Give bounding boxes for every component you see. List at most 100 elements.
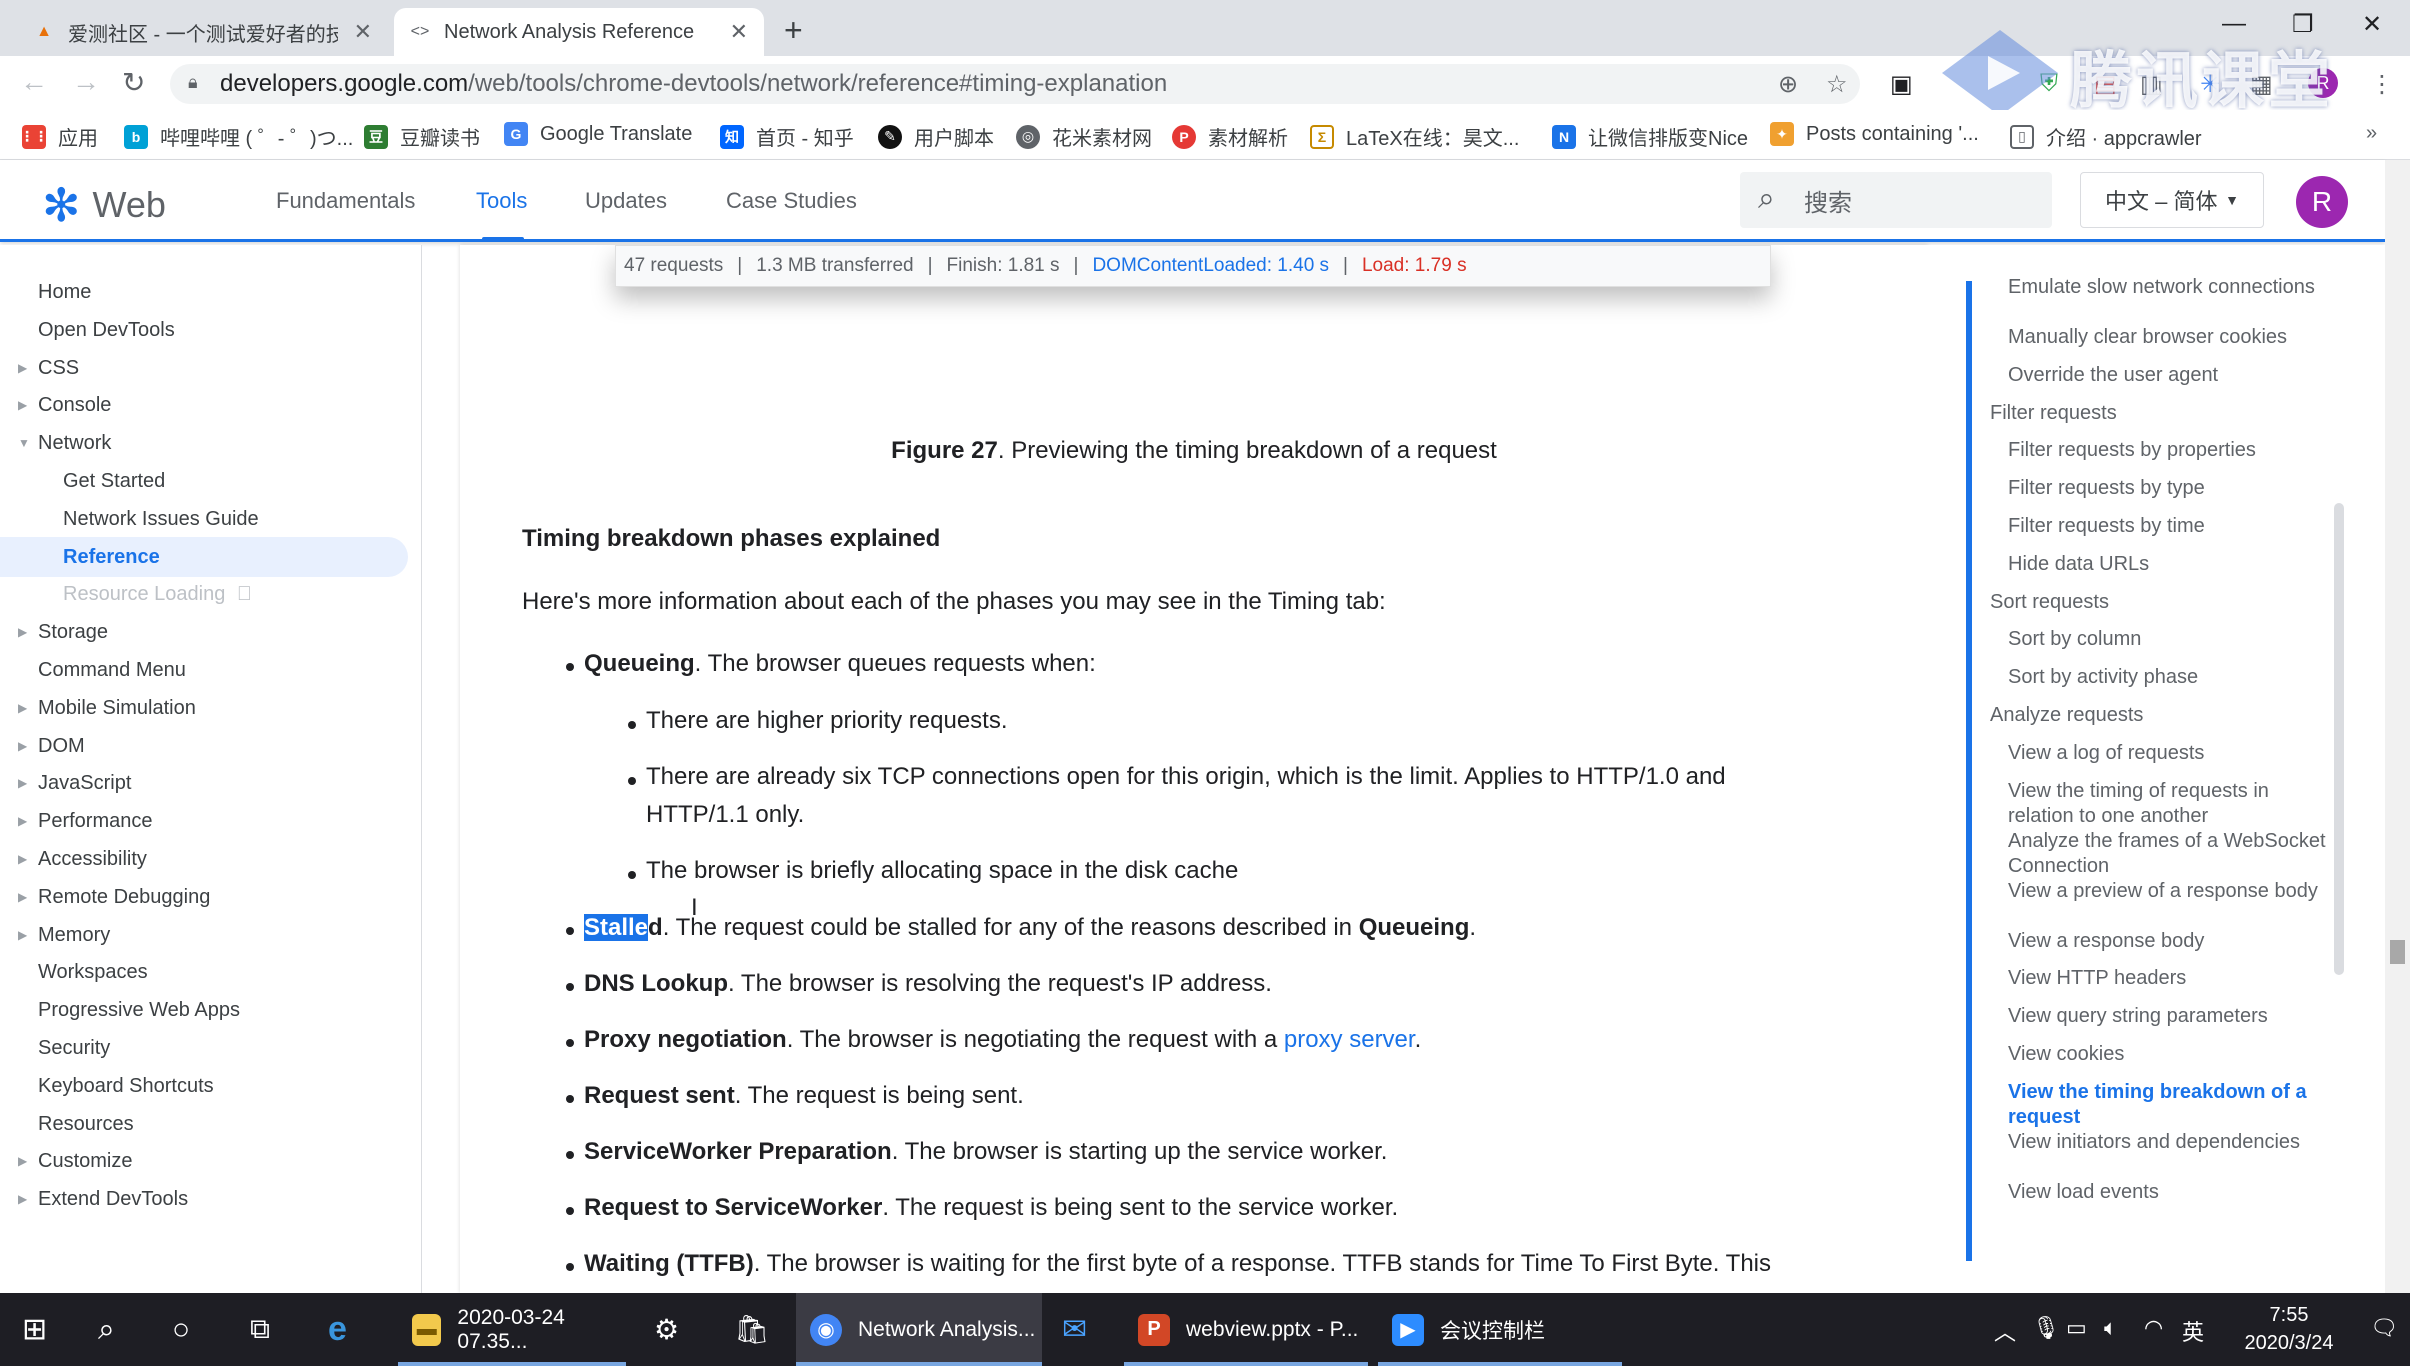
scrollbar-thumb[interactable] bbox=[2390, 940, 2405, 964]
sidebar-item-css[interactable]: ▶ CSS bbox=[18, 357, 79, 380]
taskbar-item-meeting[interactable]: ▶ 会议控制栏 bbox=[1378, 1293, 1622, 1366]
collapsed-arrow-icon[interactable]: ▶ bbox=[18, 890, 27, 904]
toc-item[interactable]: View query string parameters bbox=[2008, 1004, 2328, 1029]
tab-network-analysis[interactable]: <> Network Analysis Reference ✕ bbox=[394, 8, 764, 56]
network-icon[interactable]: ◠ bbox=[2144, 1315, 2163, 1341]
sidebar-item-javascript[interactable]: ▶ JavaScript bbox=[18, 772, 131, 795]
nav-updates[interactable]: Updates bbox=[585, 188, 667, 214]
forward-icon[interactable]: → bbox=[72, 66, 100, 98]
sidebar-item-network[interactable]: ▼ Network bbox=[18, 432, 111, 455]
collapsed-arrow-icon[interactable]: ▶ bbox=[18, 928, 27, 942]
search-input[interactable]: ⌕ 搜索 bbox=[1740, 172, 2052, 228]
cortana-icon[interactable]: ○ bbox=[172, 1293, 190, 1366]
toc-item[interactable]: View cookies bbox=[2008, 1042, 2328, 1067]
collapsed-arrow-icon[interactable]: ▶ bbox=[18, 361, 27, 375]
reload-icon[interactable]: ↻ bbox=[122, 66, 145, 99]
toc-item[interactable]: Override the user agent bbox=[2008, 363, 2328, 388]
toc-item[interactable]: Sort by column bbox=[2008, 627, 2328, 652]
sidebar-item-console[interactable]: ▶ Console bbox=[18, 394, 111, 417]
settings-app-icon[interactable]: ⚙ bbox=[654, 1293, 679, 1366]
close-tab-icon[interactable]: ✕ bbox=[354, 19, 372, 45]
bookmark-apps[interactable]: ⋮⋮ 应用 bbox=[20, 122, 98, 151]
toc-item[interactable]: Sort by activity phase bbox=[2008, 665, 2328, 690]
bookmark-bilibili[interactable]: b 哔哩哔哩 ( ゜- ゜)つ... bbox=[124, 122, 353, 151]
bookmark-star-icon[interactable]: ☆ bbox=[1826, 70, 1848, 99]
sidebar-item-memory[interactable]: ▶ Memory bbox=[18, 924, 110, 947]
bookmark-posts[interactable]: ✦ Posts containing '... bbox=[1770, 122, 1979, 146]
bookmark-appcrawler[interactable]: ▯ 介绍 · appcrawler bbox=[2010, 122, 2202, 151]
sidebar-item-home[interactable]: Home bbox=[38, 281, 91, 304]
sidebar-item-security[interactable]: Security bbox=[38, 1037, 110, 1060]
collapsed-arrow-icon[interactable]: ▶ bbox=[18, 398, 27, 412]
toc-item[interactable]: View load events bbox=[2008, 1180, 2328, 1205]
sidebar-item-dom[interactable]: ▶ DOM bbox=[18, 735, 85, 758]
toc-scrollbar[interactable] bbox=[2334, 503, 2344, 975]
address-bar[interactable]: 🔒︎ developers.google.com/web/tools/chrom… bbox=[170, 64, 1860, 104]
web-logo[interactable]: ✻ Web bbox=[42, 178, 166, 232]
close-tab-icon[interactable]: ✕ bbox=[730, 19, 748, 45]
bookmark-google-translate[interactable]: G Google Translate bbox=[504, 122, 692, 146]
microphone-icon[interactable]: 🎙︎ bbox=[2032, 1315, 2060, 1341]
toc-item[interactable]: Filter requests bbox=[1990, 401, 2310, 426]
nav-fundamentals[interactable]: Fundamentals bbox=[276, 188, 415, 214]
bookmark-nice[interactable]: N 让微信排版变Nice bbox=[1552, 122, 1748, 151]
collapsed-arrow-icon[interactable]: ▶ bbox=[18, 814, 27, 828]
collapsed-arrow-icon[interactable]: ▶ bbox=[18, 852, 27, 866]
collapsed-arrow-icon[interactable]: ▶ bbox=[18, 1192, 27, 1206]
sidebar-item-workspaces[interactable]: Workspaces bbox=[38, 961, 148, 984]
windows-start-icon[interactable]: ⊞ bbox=[22, 1293, 47, 1366]
task-view-icon[interactable]: ⧉ bbox=[250, 1293, 270, 1366]
collapsed-arrow-icon[interactable]: ▶ bbox=[18, 739, 27, 753]
sidebar-item-open-devtools[interactable]: Open DevTools bbox=[38, 319, 175, 342]
tab-aice[interactable]: ▲ 爱测社区 - 一个测试爱好者的技 ✕ bbox=[18, 8, 388, 56]
sidebar-item-mobile-simulation[interactable]: ▶ Mobile Simulation bbox=[18, 697, 196, 720]
nav-case-studies[interactable]: Case Studies bbox=[726, 188, 857, 214]
ime-indicator[interactable]: 英 bbox=[2182, 1315, 2204, 1347]
toc-item[interactable]: Emulate slow network connections bbox=[2008, 275, 2328, 300]
edge-icon[interactable]: e bbox=[328, 1293, 347, 1366]
bookmark-sucai[interactable]: P 素材解析 bbox=[1172, 122, 1288, 151]
sidebar-item-reference[interactable]: Reference bbox=[63, 546, 160, 569]
toc-item[interactable]: View a response body bbox=[2008, 929, 2328, 954]
volume-icon[interactable]: 🔈︎ bbox=[2104, 1315, 2117, 1341]
page-scrollbar[interactable] bbox=[2385, 160, 2410, 1293]
system-clock[interactable]: 7:55 2020/3/24 bbox=[2224, 1301, 2354, 1357]
sidebar-item-performance[interactable]: ▶ Performance bbox=[18, 810, 153, 833]
new-tab-button[interactable]: + bbox=[784, 12, 803, 49]
search-icon[interactable]: ⌕ bbox=[98, 1293, 115, 1366]
collapsed-arrow-icon[interactable]: ▶ bbox=[18, 701, 27, 715]
language-select[interactable]: 中文 – 简体 ▼ bbox=[2080, 172, 2264, 228]
sidebar-item-keyboard-shortcuts[interactable]: Keyboard Shortcuts bbox=[38, 1075, 214, 1098]
sidebar-item-remote-debugging[interactable]: ▶ Remote Debugging bbox=[18, 886, 210, 909]
sidebar-item-accessibility[interactable]: ▶ Accessibility bbox=[18, 848, 147, 871]
toc-item[interactable]: Sort requests bbox=[1990, 590, 2310, 615]
extension-icon[interactable]: ▣ bbox=[1890, 70, 1913, 99]
bookmark-userscript[interactable]: ✎ 用户脚本 bbox=[878, 122, 994, 151]
bookmark-zhihu[interactable]: 知首页 - 知乎 bbox=[720, 122, 854, 151]
collapsed-arrow-icon[interactable]: ▶ bbox=[18, 625, 27, 639]
toc-item[interactable]: View HTTP headers bbox=[2008, 966, 2328, 991]
bookmark-latex[interactable]: Σ LaTeX在线：昊文... bbox=[1310, 122, 1519, 151]
nav-tools[interactable]: Tools bbox=[476, 188, 527, 214]
toc-item[interactable]: Manually clear browser cookies bbox=[2008, 325, 2328, 350]
close-window-icon[interactable]: ✕ bbox=[2362, 10, 2382, 39]
toc-item[interactable]: View initiators and dependencies bbox=[2008, 1130, 2328, 1155]
toc-item[interactable]: View a log of requests bbox=[2008, 741, 2328, 766]
menu-icon[interactable]: ⋮ bbox=[2370, 70, 2394, 99]
taskbar-item-powerpoint[interactable]: P webview.pptx - P... bbox=[1124, 1293, 1368, 1366]
mail-icon[interactable]: ✉ bbox=[1062, 1293, 1087, 1366]
proxy-server-link[interactable]: proxy server bbox=[1284, 1026, 1415, 1053]
toc-item[interactable]: Analyze requests bbox=[1990, 703, 2310, 728]
notifications-icon[interactable]: 🗨︎ bbox=[2370, 1315, 2398, 1341]
tray-overflow-icon[interactable]: ︿ bbox=[1994, 1315, 2016, 1347]
sidebar-item-network-issues-guide[interactable]: Network Issues Guide bbox=[63, 508, 259, 531]
user-avatar[interactable]: R bbox=[2296, 176, 2348, 228]
collapsed-arrow-icon[interactable]: ▶ bbox=[18, 1154, 27, 1168]
taskbar-item-folder[interactable]: ▬ 2020-03-24 07.35... bbox=[398, 1293, 626, 1366]
collapsed-arrow-icon[interactable]: ▶ bbox=[18, 776, 27, 790]
sidebar-item-customize[interactable]: ▶ Customize bbox=[18, 1150, 132, 1173]
sidebar-item-storage[interactable]: ▶ Storage bbox=[18, 621, 108, 644]
toc-item[interactable]: Filter requests by time bbox=[2008, 514, 2328, 539]
sidebar-item-resources[interactable]: Resources bbox=[38, 1113, 134, 1136]
sidebar-item-progressive-web-apps[interactable]: Progressive Web Apps bbox=[38, 999, 240, 1022]
